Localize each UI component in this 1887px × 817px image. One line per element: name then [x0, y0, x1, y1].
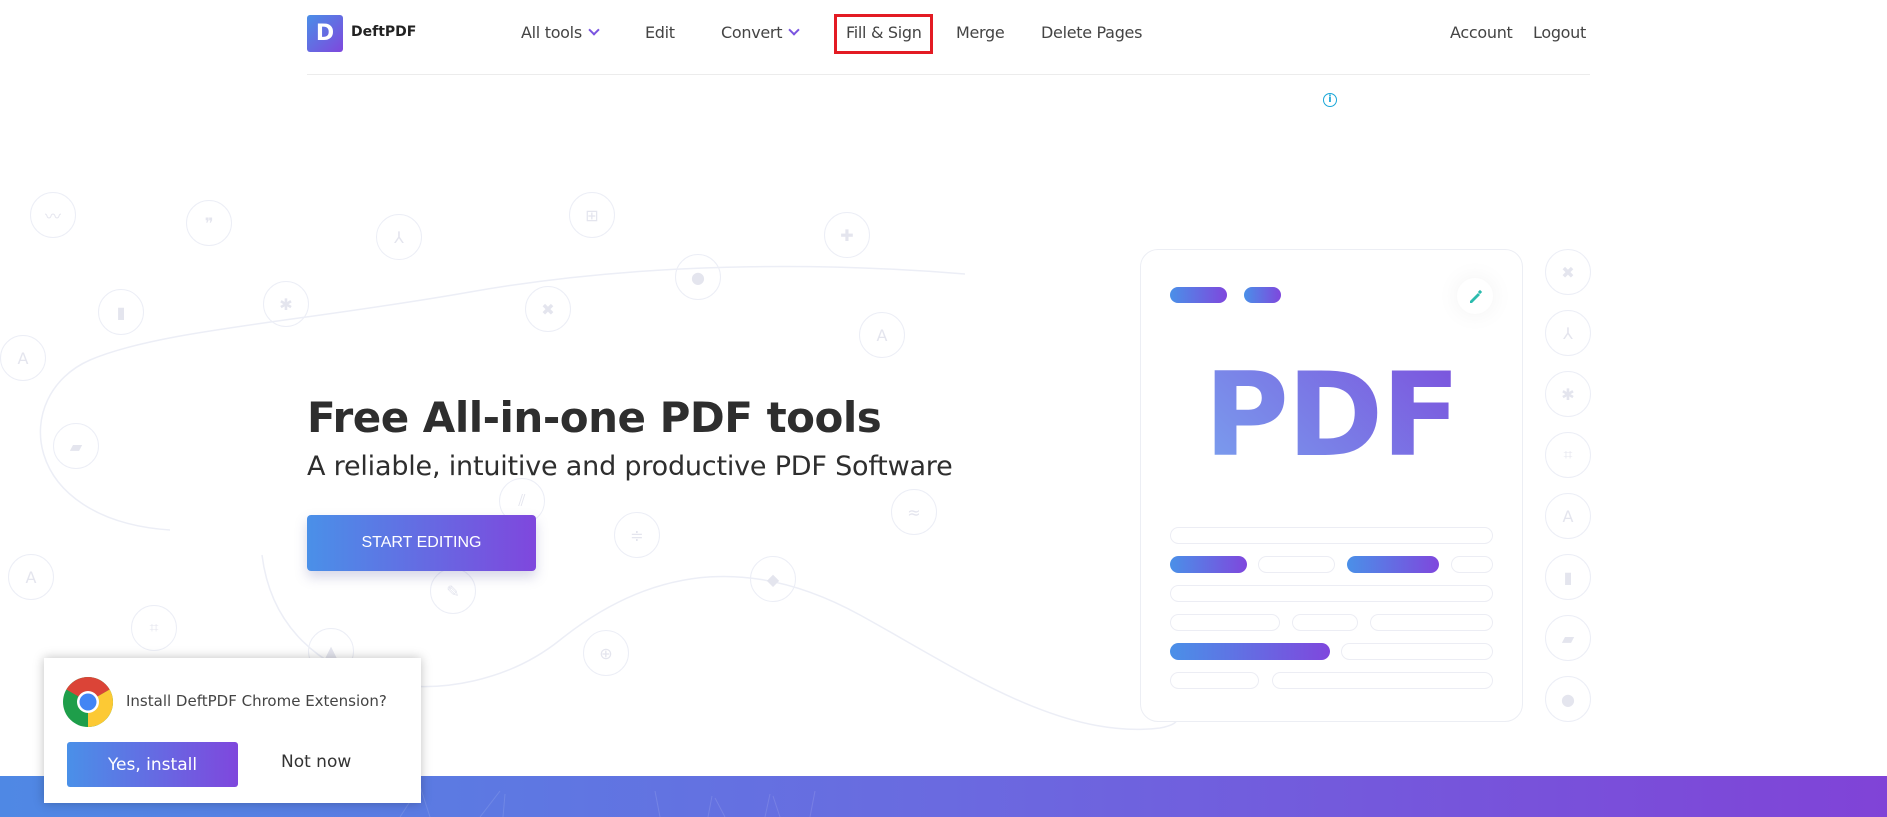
logo-text[interactable]: DeftPDF — [351, 24, 416, 40]
merge-icon: ⅄ — [1545, 310, 1591, 356]
delete-file-icon: ✖ — [525, 286, 571, 332]
text-icon: A — [8, 554, 54, 600]
pdf-logo-text: PDF — [1204, 348, 1461, 483]
line-highlight — [1347, 556, 1439, 573]
line-placeholder — [1272, 672, 1493, 689]
header-divider — [307, 74, 1590, 75]
chevron-down-icon — [588, 24, 600, 36]
rotate-add-icon: ⊕ — [583, 630, 629, 676]
crop-icon: ⌗ — [1545, 432, 1591, 478]
line-placeholder — [1258, 556, 1335, 573]
delete-file-icon: ✖ — [1545, 249, 1591, 295]
bookmark-icon: ▮ — [98, 289, 144, 335]
edit-button-decor — [1457, 278, 1493, 314]
popup-message: Install DeftPDF Chrome Extension? — [126, 692, 387, 710]
hero-title: Free All-in-one PDF tools — [307, 393, 882, 442]
line-placeholder — [1170, 672, 1259, 689]
hero-subtitle: A reliable, intuitive and productive PDF… — [307, 451, 953, 482]
bookmark-icon: ▮ — [1545, 554, 1591, 600]
info-icon[interactable]: i — [1323, 93, 1337, 107]
logo-icon[interactable]: D — [307, 15, 343, 52]
account-link[interactable]: Account — [1450, 23, 1513, 42]
pencil-icon: ✎ — [430, 568, 476, 614]
line-placeholder — [1170, 614, 1280, 631]
nav-label: All tools — [521, 23, 582, 42]
add-comment-icon: ✚ — [824, 212, 870, 258]
nav-convert[interactable]: Convert — [721, 23, 800, 42]
tag-icon: ◆ — [750, 556, 796, 602]
nav-all-tools[interactable]: All tools — [521, 23, 600, 42]
pencil-icon — [1470, 289, 1483, 303]
line-highlight — [1170, 556, 1247, 573]
line-placeholder — [1370, 614, 1493, 631]
line-placeholder — [1341, 643, 1493, 660]
crop-icon: ⌗ — [131, 605, 177, 651]
chevron-down-icon — [788, 24, 800, 36]
chrome-extension-popup: Install DeftPDF Chrome Extension? Yes, i… — [44, 658, 421, 803]
chart-icon: 〰 — [30, 192, 76, 238]
nav-delete-pages[interactable]: Delete Pages — [1041, 23, 1142, 42]
line-placeholder — [1170, 585, 1493, 602]
not-now-button[interactable]: Not now — [281, 752, 351, 772]
gallery-icon: ▰ — [53, 423, 99, 469]
puzzle-icon: ✱ — [263, 281, 309, 327]
line-placeholder — [1292, 614, 1358, 631]
text-icon: A — [0, 335, 46, 381]
palette-icon: ● — [675, 254, 721, 300]
decor-bar — [1244, 287, 1281, 303]
logout-link[interactable]: Logout — [1533, 23, 1586, 42]
nav-merge[interactable]: Merge — [956, 23, 1005, 42]
quote-icon: ❞ — [186, 200, 232, 246]
puzzle-icon: ✱ — [1545, 371, 1591, 417]
grid-icon: ⊞ — [569, 192, 615, 238]
signal-icon: ≈ — [891, 489, 937, 535]
chrome-logo-icon — [63, 677, 113, 727]
text-icon: A — [1545, 493, 1591, 539]
decor-bar — [1170, 287, 1227, 303]
sliders-icon: ≑ — [614, 512, 660, 558]
merge-icon: ⅄ — [376, 214, 422, 260]
yes-install-button[interactable]: Yes, install — [67, 742, 238, 787]
nav-edit[interactable]: Edit — [645, 23, 675, 42]
text-select-icon: A — [859, 312, 905, 358]
nav-fill-sign[interactable]: Fill & Sign — [846, 23, 922, 42]
gallery-icon: ▰ — [1545, 615, 1591, 661]
palette-icon: ● — [1545, 676, 1591, 722]
line-highlight — [1170, 643, 1330, 660]
nav-label: Convert — [721, 23, 783, 42]
start-editing-button[interactable]: START EDITING — [307, 515, 536, 571]
line-placeholder — [1451, 556, 1493, 573]
line-placeholder — [1170, 527, 1493, 544]
